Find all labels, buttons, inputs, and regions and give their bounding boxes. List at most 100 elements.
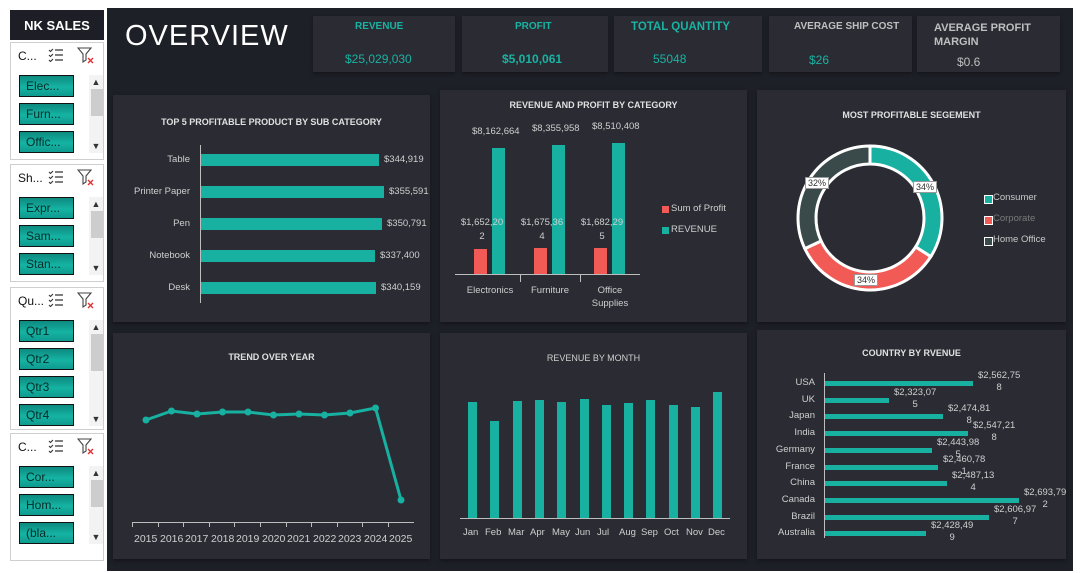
- slicer-item[interactable]: Qtr1: [19, 320, 74, 342]
- bar: [535, 400, 544, 518]
- category-label: Notebook: [149, 250, 190, 261]
- scrollbar-thumb[interactable]: [91, 334, 103, 371]
- kpi-margin-card: AVERAGE PROFIT MARGIN $0.6: [917, 16, 1060, 72]
- scrollbar-thumb[interactable]: [91, 89, 103, 116]
- scroll-down-icon[interactable]: ▼: [90, 262, 102, 274]
- slicer-item[interactable]: Stan...: [19, 253, 74, 275]
- scroll-up-icon[interactable]: ▲: [90, 198, 102, 210]
- bar: [691, 407, 700, 518]
- clear-filter-icon[interactable]: [76, 169, 95, 186]
- slicer-item[interactable]: (bla...: [19, 522, 74, 544]
- tick-mark: [285, 522, 287, 527]
- data-label: $2,487,13 4: [952, 470, 995, 493]
- multi-select-icon[interactable]: [48, 48, 64, 63]
- slicer-item[interactable]: Elec...: [19, 75, 74, 97]
- bar: [602, 405, 611, 518]
- panel-trend: [113, 333, 430, 559]
- kpi-shipcost-label: AVERAGE SHIP COST: [794, 21, 900, 32]
- slicer-title: Sh...: [18, 171, 43, 185]
- legend-label: Consumer: [993, 192, 1037, 203]
- legend-swatch-revenue: [662, 227, 669, 234]
- kpi-margin-value: $0.6: [957, 55, 981, 69]
- scroll-up-icon[interactable]: ▲: [90, 76, 102, 88]
- slicer-item[interactable]: Furn...: [19, 103, 74, 125]
- scrollbar-thumb[interactable]: [91, 480, 103, 507]
- tick-mark: [311, 522, 313, 527]
- tick-mark: [580, 274, 581, 282]
- category-label: Table: [167, 154, 190, 165]
- data-label: $340,159: [381, 282, 421, 293]
- profit-bar: [474, 249, 487, 274]
- x-tick-label: Nov: [686, 527, 703, 538]
- x-tick-label: 2022: [313, 533, 337, 545]
- revenue-data-label: $8,355,958: [532, 123, 580, 134]
- slicer-item[interactable]: Sam...: [19, 225, 74, 247]
- chart-title-top-products: TOP 5 PROFITABLE PRODUCT BY SUB CATEGORY: [161, 117, 382, 127]
- scroll-down-icon[interactable]: ▼: [90, 413, 102, 425]
- revenue-bar: [612, 143, 625, 274]
- slicer-title: C...: [18, 49, 37, 63]
- slicer-1: C... Elec... Furn... Offic... ▲ ▼: [10, 42, 104, 160]
- multi-select-icon[interactable]: [48, 439, 64, 454]
- tick-mark: [260, 522, 261, 527]
- tick-mark: [183, 522, 185, 527]
- data-label: $2,547,21 8: [973, 420, 1016, 443]
- bar: [825, 498, 1019, 503]
- legend-swatch: [984, 195, 993, 204]
- legend-swatch: [984, 237, 993, 246]
- x-tick-label: May: [552, 527, 570, 538]
- bar: [468, 402, 477, 518]
- scroll-down-icon[interactable]: ▼: [90, 140, 102, 152]
- kpi-quantity-value: 55048: [653, 52, 687, 66]
- slicer-3: Qu... Qtr1 Qtr2 Qtr3 Qtr4 ▲ ▼: [10, 287, 104, 430]
- bar: [490, 421, 499, 518]
- slicer-item[interactable]: Qtr3: [19, 376, 74, 398]
- data-label: $344,919: [384, 154, 424, 165]
- slicer-item[interactable]: Hom...: [19, 494, 74, 516]
- x-tick-label: 2024: [364, 533, 388, 545]
- category-label: Electronics: [466, 285, 514, 296]
- data-label: $350,791: [387, 218, 427, 229]
- category-label: France: [785, 461, 815, 472]
- clear-filter-icon[interactable]: [76, 292, 95, 309]
- category-label: Australia: [778, 527, 815, 538]
- x-tick-label: 2020: [262, 533, 286, 545]
- slicer-item[interactable]: Offic...: [19, 131, 74, 153]
- category-label: Germany: [775, 444, 815, 455]
- bar: [713, 392, 722, 518]
- slicer-item[interactable]: Qtr4: [19, 404, 74, 426]
- clear-filter-icon[interactable]: [76, 438, 95, 455]
- scroll-down-icon[interactable]: ▼: [90, 531, 102, 543]
- bar: [825, 431, 968, 436]
- revenue-data-label: $8,510,408: [592, 121, 640, 132]
- legend-label-revenue: REVENUE: [671, 224, 717, 235]
- tick-mark: [336, 522, 338, 527]
- bar: [580, 399, 589, 518]
- clear-filter-icon[interactable]: [76, 47, 95, 64]
- category-label: Japan: [789, 410, 815, 421]
- profit-bar: [594, 248, 607, 274]
- chart-title-category: REVENUE AND PROFIT BY CATEGORY: [509, 100, 678, 110]
- axis-line: [132, 522, 414, 523]
- x-tick-label: 2025: [389, 533, 413, 545]
- bar: [646, 400, 655, 518]
- tick-mark: [208, 522, 210, 527]
- axis-line: [455, 274, 640, 275]
- revenue-data-label: $8,162,664: [472, 126, 520, 137]
- slicer-item[interactable]: Expr...: [19, 197, 74, 219]
- multi-select-icon[interactable]: [48, 293, 64, 308]
- x-tick-label: 2016: [160, 533, 184, 545]
- scrollbar-thumb[interactable]: [91, 211, 103, 238]
- multi-select-icon[interactable]: [48, 170, 64, 185]
- legend-swatch: [984, 216, 993, 225]
- data-label: $2,562,75 8: [978, 370, 1021, 393]
- category-label: Office Supplies: [591, 285, 629, 309]
- scroll-up-icon[interactable]: ▲: [90, 321, 102, 333]
- x-tick-label: Aug: [619, 527, 636, 538]
- scroll-up-icon[interactable]: ▲: [90, 467, 102, 479]
- slicer-item[interactable]: Cor...: [19, 466, 74, 488]
- slicer-item[interactable]: Qtr2: [19, 348, 74, 370]
- tick-mark: [234, 522, 236, 527]
- bar: [825, 531, 926, 536]
- panel-segment: [757, 90, 1066, 322]
